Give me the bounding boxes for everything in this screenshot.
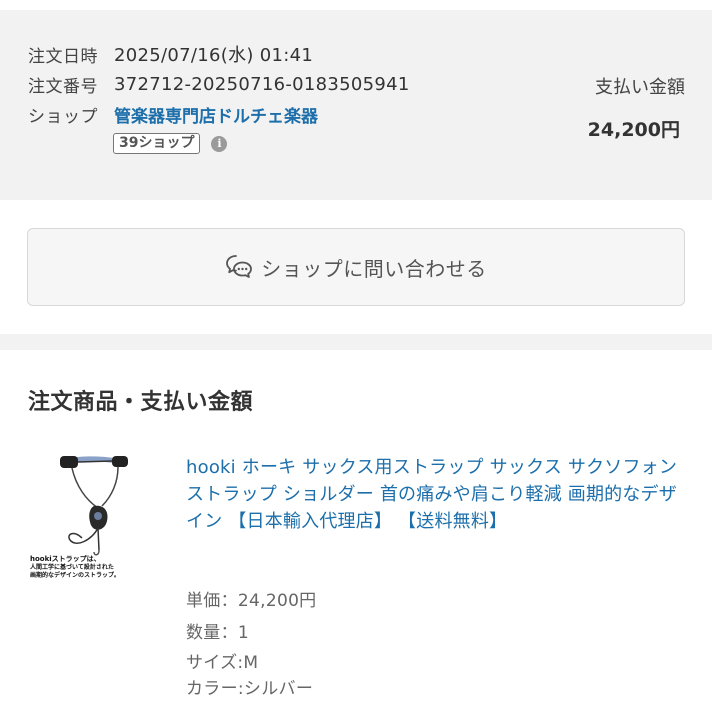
contact-shop-button[interactable]: ショップに問い合わせる — [27, 228, 685, 306]
order-date-row: 注文日時 2025/07/16(水) 01:41 — [28, 41, 313, 67]
shop-row: ショップ 管楽器専門店ドルチェ楽器 — [28, 101, 318, 127]
chat-bubble-icon — [226, 255, 253, 278]
shop-name-link[interactable]: 管楽器専門店ドルチェ楽器 — [114, 102, 318, 127]
info-icon[interactable]: i — [211, 135, 228, 152]
top-strip — [0, 0, 712, 10]
size-option: サイズ:M — [186, 653, 259, 673]
contact-area: ショップに問い合わせる — [0, 200, 712, 334]
order-date-label: 注文日時 — [28, 46, 98, 67]
payment-label: 支払い金額 — [595, 77, 685, 98]
section-title: 注文商品・支払い金額 — [28, 390, 254, 415]
shop-label: ショップ — [28, 106, 98, 127]
order-number-label: 注文番号 — [28, 76, 98, 97]
shop-badge-group: 39ショップ i — [113, 133, 228, 154]
thumb-caption-line-2: 人間工学に基づいて設計された — [30, 563, 114, 571]
thumb-caption-line-3: 画期的なデザインのストラップ。 — [30, 571, 120, 579]
unit-price: 単価：24,200円 — [186, 591, 317, 611]
items-section: 注文商品・支払い金額 hookiストラップは、 人間工学に基づいて設計された 画… — [0, 350, 712, 712]
shop-badge: 39ショップ — [113, 133, 201, 154]
order-date-value: 2025/07/16(水) 01:41 — [114, 45, 314, 66]
product-thumbnail[interactable]: hookiストラップは、 人間工学に基づいて設計された 画期的なデザインのストラ… — [26, 448, 150, 580]
order-number-value: 372712-20250716-0183505941 — [114, 73, 410, 95]
quantity: 数量：1 — [186, 623, 250, 643]
product-title-link[interactable]: hooki ホーキ サックス用ストラップ サックス サクソフォン ストラップ シ… — [186, 454, 686, 535]
color-option: カラー:シルバー — [186, 679, 314, 699]
payment-amount: 24,200円 — [587, 119, 680, 141]
order-summary: 注文日時 2025/07/16(水) 01:41 注文番号 372712-202… — [0, 10, 712, 200]
thumb-caption-line-1: hookiストラップは、 — [30, 554, 101, 563]
contact-shop-label: ショップに問い合わせる — [261, 256, 487, 281]
order-number-row: 注文番号 372712-20250716-0183505941 — [28, 71, 410, 97]
section-divider — [0, 334, 712, 350]
